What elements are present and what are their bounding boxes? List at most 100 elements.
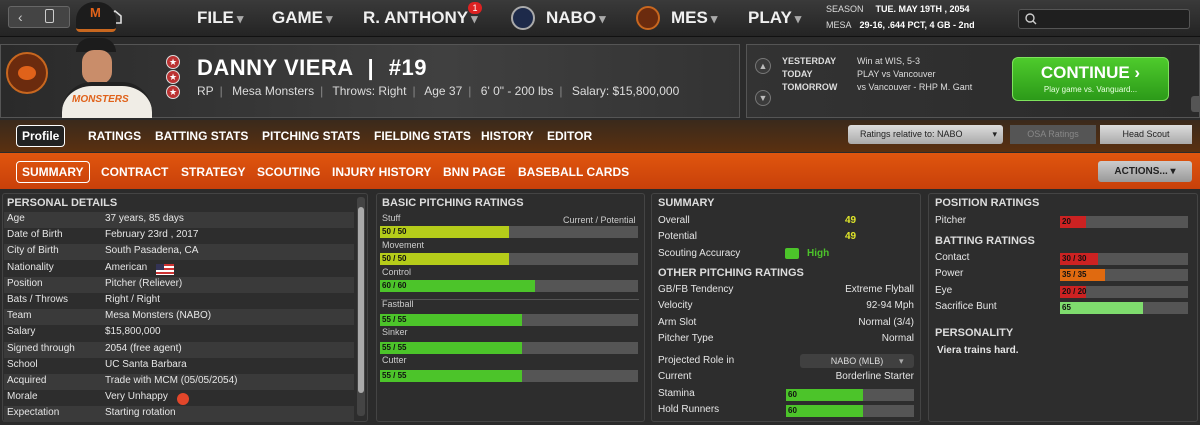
detail-label: Salary — [7, 326, 36, 338]
position-label: Pitcher — [935, 215, 967, 226]
rating-bar: 60 — [786, 389, 914, 401]
head-scout-toggle[interactable]: Head Scout — [1100, 125, 1192, 144]
pitch-name: Fastball — [382, 299, 414, 309]
menu-mes[interactable]: MES ▾ — [671, 8, 717, 28]
rating-bar: 60 / 60 — [380, 280, 638, 292]
mesa-team-logo — [636, 6, 660, 30]
rating-bar: 20 / 20 — [1060, 285, 1188, 298]
chevron-down-icon: ▾ — [992, 129, 997, 139]
rating-name: Stuff — [382, 213, 401, 223]
menu-manager[interactable]: R. ANTHONY ▾ — [363, 8, 478, 28]
chevron-down-icon[interactable]: ▼ — [755, 90, 771, 106]
detail-label: Age — [7, 213, 25, 224]
tab-contract[interactable]: CONTRACT — [101, 165, 168, 179]
section-title: BATTING RATINGS — [935, 235, 1035, 247]
us-flag-icon — [156, 264, 174, 275]
tab-ratings[interactable]: RATINGS — [88, 129, 141, 143]
scrollbar-thumb[interactable] — [358, 207, 364, 393]
detail-value: Mesa Monsters (NABO) — [105, 310, 212, 322]
notification-badge: 1 — [468, 2, 482, 14]
tab-editor[interactable]: EDITOR — [547, 129, 592, 143]
chevron-up-icon[interactable]: ▲ — [755, 58, 771, 74]
jersey-text: MONSTERS — [72, 94, 129, 105]
detail-value: Pitcher (Reliever) — [105, 277, 183, 289]
rating-bar-label: 60 — [788, 390, 797, 399]
detail-label: Morale — [7, 391, 38, 403]
tab-batting-stats[interactable]: BATTING STATS — [155, 129, 248, 143]
panel-title: BASIC PITCHING RATINGS — [382, 197, 524, 209]
pitch-name: Cutter — [382, 355, 407, 365]
window-icon[interactable] — [45, 9, 54, 23]
schedule-text: Win at WIS, 5-3 — [857, 56, 921, 66]
rating-bar-label: 20 — [1062, 217, 1071, 226]
detail-value: Trade with MCM (05/05/2054) — [105, 375, 238, 386]
menu-file[interactable]: FILE ▾ — [197, 8, 243, 28]
menu-play[interactable]: PLAY ▾ — [748, 8, 801, 28]
continue-button[interactable]: CONTINUE › Play game vs. Vanguard... — [1012, 57, 1169, 101]
tab-baseball-cards[interactable]: BASEBALL CARDS — [518, 165, 629, 179]
star-icon: ★ — [166, 85, 180, 99]
tab-injury-history[interactable]: INJURY HISTORY — [332, 165, 431, 179]
detail-value: Very Unhappy — [105, 391, 168, 403]
other-rating-value: 92-94 Mph — [866, 300, 914, 312]
player-name: DANNY VIERA — [197, 55, 353, 80]
chevron-down-icon: ▾ — [794, 11, 802, 26]
team-logo — [6, 52, 48, 94]
personality-text: Viera trains hard. — [937, 345, 1019, 356]
detail-label: Position — [7, 277, 43, 289]
summary-bar-label: Hold Runners — [658, 404, 720, 415]
rating-bar: 50 / 50 — [380, 253, 638, 265]
rating-bar-label: 55 / 55 — [382, 315, 407, 324]
tab-summary[interactable]: SUMMARY — [16, 161, 90, 183]
tab-strategy[interactable]: STRATEGY — [181, 165, 245, 179]
player-name-line: DANNY VIERA | #19 — [197, 55, 427, 80]
menu-nabo[interactable]: NABO ▾ — [546, 8, 606, 28]
schedule-text: vs Vancouver - RHP M. Gant — [857, 82, 973, 92]
detail-value: February 23rd , 2017 — [105, 229, 199, 241]
detail-value: American — [105, 261, 148, 273]
chevron-right-icon: › — [1134, 63, 1141, 82]
projected-role-select[interactable]: NABO (MLB) — [800, 354, 914, 368]
other-rating-label: Arm Slot — [658, 316, 697, 328]
other-rating-value: Normal — [881, 332, 914, 344]
tab-bnn-page[interactable]: BNN PAGE — [443, 165, 505, 179]
menu-game[interactable]: GAME ▾ — [272, 8, 333, 28]
rating-bar: 30 / 30 — [1060, 253, 1188, 265]
other-rating-label: GB/FB Tendency — [658, 284, 734, 295]
batting-rating-label: Power — [935, 268, 964, 280]
schedule-label: YESTERDAY — [782, 56, 837, 66]
rating-bar-label: 30 / 30 — [1062, 254, 1087, 263]
tab-pitching-stats[interactable]: PITCHING STATS — [262, 129, 360, 143]
back-arrow-icon[interactable]: ‹ — [18, 9, 23, 25]
rating-bar-fill — [786, 405, 863, 417]
panel-title: SUMMARY — [658, 197, 715, 209]
side-panel-toggle[interactable] — [1191, 96, 1200, 112]
tab-scouting[interactable]: SCOUTING — [257, 165, 320, 179]
rating-name: Movement — [382, 240, 425, 250]
season-info: SEASON TUE. MAY 19TH , 2054 MESA 29-16, .6… — [826, 4, 975, 30]
rating-bar: 55 / 55 — [380, 314, 638, 326]
rating-bar-label: 55 / 55 — [382, 343, 407, 352]
rating-bar: 35 / 35 — [1060, 269, 1188, 282]
rating-bar-label: 55 / 55 — [382, 371, 407, 380]
detail-label: Expectation — [7, 407, 60, 419]
team-link[interactable]: Mesa Monsters — [232, 84, 314, 98]
detail-value: 37 years, 85 days — [105, 213, 184, 224]
tab-fielding-stats[interactable]: FIELDING STATS — [374, 129, 471, 143]
ratings-relative-select[interactable]: Ratings relative to: NABO ▾ — [848, 125, 1003, 144]
rating-bar-label: 50 / 50 — [382, 227, 407, 236]
section-title: OTHER PITCHING RATINGS — [658, 267, 804, 279]
top-nav-bar: ‹ M FILE ▾ GAME ▾ R. ANTHONY ▾ 1 NABO ▾ MES ▾… — [0, 0, 1200, 37]
chevron-down-icon: ▾ — [599, 11, 606, 26]
other-rating-value: Extreme Flyball — [845, 284, 914, 295]
actions-button[interactable]: ACTIONS... ▾ — [1098, 161, 1192, 182]
rating-bar: 50 / 50 — [380, 226, 638, 238]
rating-bar-label: 60 / 60 — [382, 281, 407, 290]
detail-label: Date of Birth — [7, 229, 63, 241]
detail-value: 2054 (free agent) — [105, 342, 182, 354]
nabo-league-logo — [511, 6, 535, 30]
osa-ratings-toggle[interactable]: OSA Ratings — [1010, 125, 1096, 144]
tab-history[interactable]: HISTORY — [481, 129, 534, 143]
search-input[interactable] — [1018, 9, 1190, 29]
tab-profile[interactable]: Profile — [16, 125, 66, 147]
